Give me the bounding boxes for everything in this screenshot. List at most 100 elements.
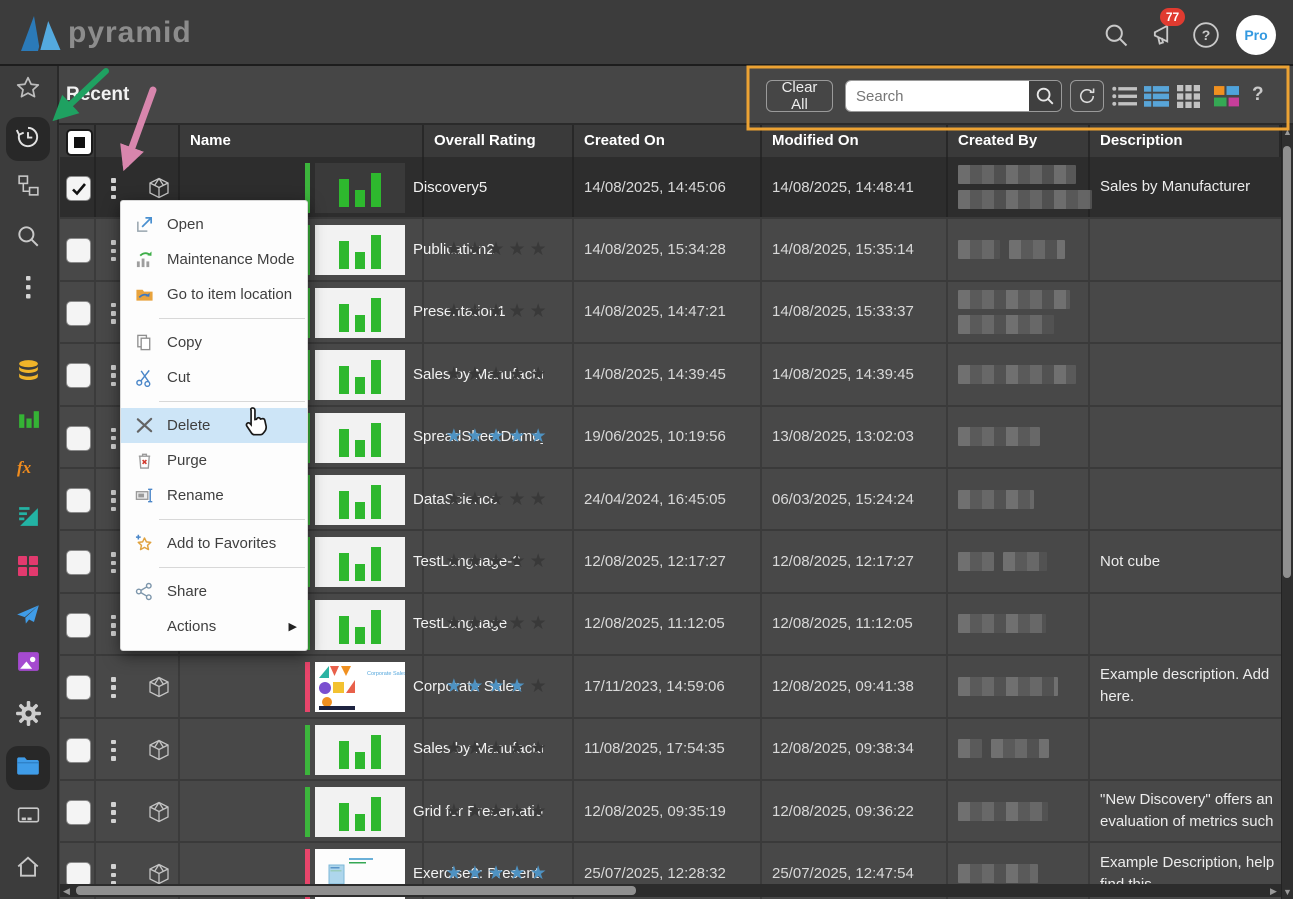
row-checkbox[interactable] [66,738,91,763]
search-submit-icon[interactable] [1029,81,1061,111]
list-view-icon[interactable] [1112,85,1137,107]
grid-help-icon[interactable]: ? [1252,84,1264,106]
rating-stars[interactable]: ★★★★★ [424,531,572,591]
scroll-up-arrow[interactable]: ▲ [1283,128,1292,137]
rating-stars[interactable]: ★★★★★ [424,656,572,716]
refresh-button[interactable] [1070,80,1104,112]
rating-stars[interactable]: ★★★★★ [424,594,572,654]
row-checkbox[interactable] [66,550,91,575]
table-row[interactable]: Sales by Manufactur★★★★★11/08/2025, 17:5… [60,719,1281,781]
sidebar-item-model[interactable] [6,352,50,396]
kebab-menu-icon[interactable] [111,615,117,636]
row-checkbox[interactable] [66,426,91,451]
sidebar-item-formulate[interactable]: fx [6,447,50,491]
kebab-menu-icon[interactable] [111,178,117,199]
kebab-menu-icon[interactable] [111,303,117,324]
column-header[interactable]: Overall Rating [424,125,574,157]
row-checkbox[interactable] [66,238,91,263]
sidebar-item-content[interactable] [6,746,50,790]
scroll-left-arrow[interactable]: ◀ [63,887,70,896]
item-color-bar [305,787,310,837]
column-header[interactable]: Description [1090,125,1281,157]
kebab-menu-icon[interactable] [111,490,117,511]
rating-stars[interactable]: ★★★★★ [424,719,572,779]
row-checkbox[interactable] [66,613,91,638]
kebab-menu-icon[interactable] [111,240,117,261]
open-icon [135,215,154,234]
kebab-menu-icon[interactable] [111,428,117,449]
menu-item-maintenance-mode[interactable]: Maintenance Mode [121,242,307,277]
kebab-menu-icon[interactable] [111,365,117,386]
vertical-scrollbar-thumb[interactable] [1283,146,1291,578]
clear-all-button[interactable]: Clear All [766,80,833,112]
scroll-down-arrow[interactable]: ▼ [1283,888,1292,897]
rating-stars[interactable]: ★★★★★ [424,407,572,467]
menu-item-cut[interactable]: Cut [121,360,307,395]
checkbox-cell [60,656,96,716]
sidebar-item-discover[interactable] [6,399,50,443]
row-checkbox[interactable] [66,800,91,825]
menu-item-delete[interactable]: Delete [121,408,307,443]
sidebar-item-tabulate[interactable] [6,497,50,541]
kebab-menu-icon[interactable] [111,740,117,761]
sidebar-item-more[interactable] [6,267,50,311]
sidebar-item-publish[interactable] [6,595,50,639]
grid-view-icon[interactable] [1176,85,1201,107]
sidebar-item-present[interactable] [6,642,50,686]
horizontal-scrollbar-thumb[interactable] [76,886,636,895]
rating-stars[interactable]: ★★★★★ [424,781,572,841]
kebab-menu-icon[interactable] [111,802,117,823]
menu-item-rename[interactable]: Rename [121,478,307,513]
menu-item-actions[interactable]: Actions▶ [121,609,307,644]
table-row[interactable]: Grid for Presentation★★★★★12/08/2025, 09… [60,781,1281,843]
column-header[interactable]: Name [180,125,424,157]
sidebar-item-hierarchy[interactable] [6,166,50,210]
menu-item-share[interactable]: Share [121,574,307,609]
kebab-menu-icon[interactable] [111,677,117,698]
rating-stars[interactable]: ★★★★★ [424,469,572,529]
row-checkbox[interactable] [66,176,91,201]
column-header[interactable]: Created On [574,125,762,157]
created-by-cell [948,781,1090,841]
kebab-menu-icon[interactable] [111,552,117,573]
sidebar-item-workstation[interactable] [6,797,50,841]
sidebar-item-settings[interactable] [6,694,50,738]
kebab-menu-icon[interactable] [111,864,117,885]
sidebar-item-recent[interactable] [6,117,50,161]
database-icon [15,358,42,390]
menu-item-purge[interactable]: Purge [121,443,307,478]
global-search-icon[interactable] [1102,21,1130,49]
notifications-badge: 77 [1160,8,1185,26]
menu-item-add-to-favorites[interactable]: Add to Favorites [121,526,307,561]
sidebar-item-search[interactable] [6,216,50,260]
menu-item-go-to-item-location[interactable]: Go to item location [121,277,307,312]
sidebar-item-home[interactable] [6,847,50,891]
rating-cell [424,157,574,217]
purge-icon [135,451,154,470]
rating-stars[interactable]: ★★★★★ [424,219,572,279]
rating-stars[interactable]: ★★★★★ [424,344,572,404]
table-row[interactable]: Corporate SalesCorporate Sales★★★★★17/11… [60,656,1281,718]
sidebar-item-illustrate[interactable] [6,546,50,590]
sidebar-item-favorites[interactable] [6,68,50,112]
row-checkbox[interactable] [66,675,91,700]
search-input[interactable] [846,81,1029,111]
menu-item-copy[interactable]: Copy [121,325,307,360]
row-checkbox[interactable] [66,488,91,513]
help-icon[interactable]: ? [1192,21,1220,49]
description-cell [1090,219,1281,279]
row-checkbox[interactable] [66,363,91,388]
created-by-cell [948,157,1090,217]
rating-stars[interactable] [424,157,572,217]
rating-stars[interactable]: ★★★★★ [424,282,572,342]
menu-item-open[interactable]: Open [121,207,307,242]
user-avatar[interactable]: Pro [1236,15,1276,55]
tile-view-icon[interactable] [1214,85,1239,107]
column-header[interactable]: Modified On [762,125,948,157]
scroll-right-arrow[interactable]: ▶ [1270,887,1277,896]
column-header[interactable]: Created By [948,125,1090,157]
item-color-bar [305,662,310,712]
detail-view-icon[interactable] [1144,85,1169,107]
row-checkbox[interactable] [66,301,91,326]
share-icon [135,582,154,601]
